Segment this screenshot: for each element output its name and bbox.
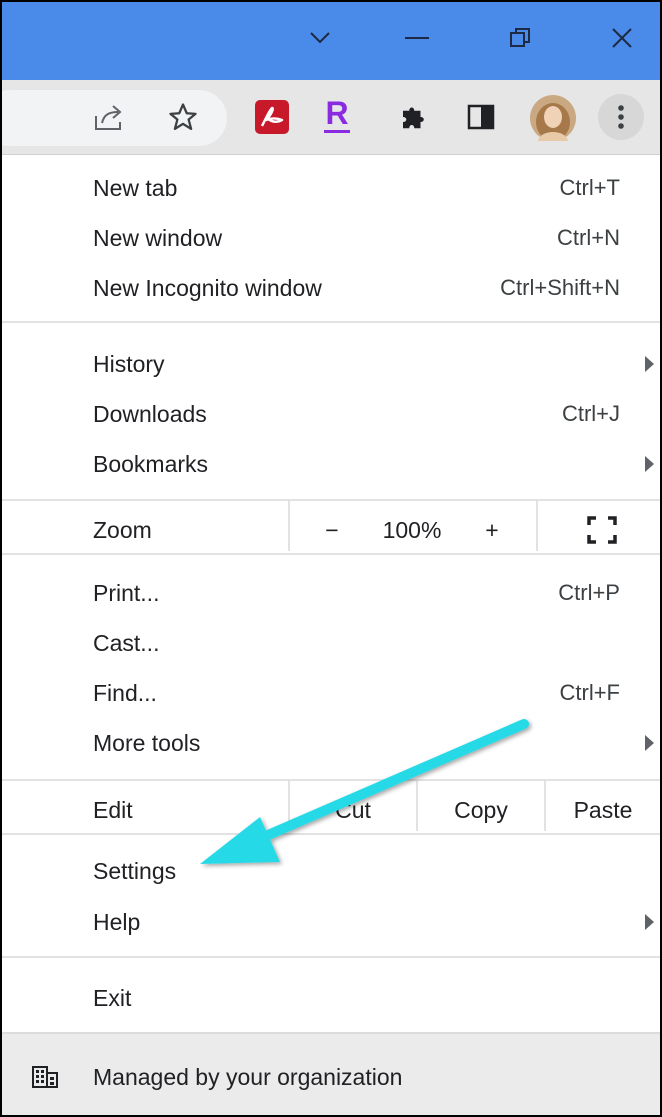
restore-icon bbox=[510, 28, 530, 47]
menu-item-shortcut: Ctrl+Shift+N bbox=[500, 275, 620, 300]
share-icon bbox=[95, 105, 122, 130]
menu-item-bookmarks[interactable]: Bookmarks bbox=[2, 439, 660, 489]
title-bar bbox=[2, 2, 660, 80]
menu-item-label: Zoom bbox=[93, 517, 152, 543]
r-extension-icon: R bbox=[325, 94, 349, 131]
menu-separator bbox=[2, 553, 660, 555]
submenu-arrow-icon bbox=[645, 914, 654, 930]
r-extension-button[interactable]: R bbox=[324, 94, 350, 133]
zoom-out-button[interactable]: − bbox=[312, 505, 352, 555]
menu-item-label: New tab bbox=[93, 175, 178, 201]
menu-separator bbox=[2, 779, 660, 781]
fullscreen-button[interactable] bbox=[587, 516, 617, 549]
browser-window: R New tab Ctrl+T New window Ctrl+N New I… bbox=[0, 0, 662, 1117]
app-menu: New tab Ctrl+T New window Ctrl+N New Inc… bbox=[2, 155, 660, 1115]
menu-separator bbox=[2, 321, 660, 323]
menu-separator bbox=[2, 833, 660, 835]
profile-button[interactable] bbox=[530, 95, 576, 141]
toolbar: R bbox=[2, 80, 660, 155]
managed-by-org[interactable]: Managed by your organization bbox=[2, 1032, 660, 1115]
submenu-arrow-icon bbox=[645, 456, 654, 472]
cut-button[interactable]: Cut bbox=[290, 785, 416, 835]
acrobat-extension-button[interactable] bbox=[253, 98, 291, 136]
menu-item-history[interactable]: History bbox=[2, 339, 660, 389]
fullscreen-icon bbox=[587, 516, 617, 544]
menu-item-find[interactable]: Find... Ctrl+F bbox=[2, 668, 660, 718]
side-panel-button[interactable] bbox=[462, 98, 500, 136]
menu-item-settings[interactable]: Settings bbox=[2, 846, 660, 896]
menu-item-shortcut: Ctrl+T bbox=[559, 175, 621, 200]
menu-item-print[interactable]: Print... Ctrl+P bbox=[2, 568, 660, 618]
building-icon bbox=[32, 1066, 58, 1088]
menu-item-label: Exit bbox=[93, 985, 132, 1011]
row-divider bbox=[288, 501, 290, 551]
paste-button[interactable]: Paste bbox=[546, 785, 660, 835]
menu-separator bbox=[2, 956, 660, 958]
profile-avatar bbox=[530, 95, 576, 141]
menu-item-help[interactable]: Help bbox=[2, 897, 660, 947]
menu-item-label: Find... bbox=[93, 680, 157, 706]
close-button[interactable] bbox=[592, 16, 652, 60]
menu-item-label: More tools bbox=[93, 730, 201, 756]
zoom-level: 100% bbox=[382, 517, 442, 543]
acrobat-extension-icon bbox=[255, 100, 289, 134]
minimize-button[interactable] bbox=[387, 16, 447, 60]
menu-item-shortcut: Ctrl+N bbox=[557, 225, 620, 250]
menu-item-label: Bookmarks bbox=[93, 451, 209, 477]
menu-item-label: History bbox=[93, 351, 165, 377]
minimize-icon bbox=[405, 37, 429, 39]
bookmark-star-button[interactable] bbox=[164, 98, 202, 136]
menu-item-label: Help bbox=[93, 909, 141, 935]
menu-item-shortcut: Ctrl+F bbox=[559, 680, 621, 705]
close-icon bbox=[612, 28, 632, 48]
more-vert-icon bbox=[618, 105, 624, 129]
menu-item-label: New Incognito window bbox=[93, 275, 322, 301]
menu-item-label: Print... bbox=[93, 580, 160, 606]
menu-item-downloads[interactable]: Downloads Ctrl+J bbox=[2, 389, 660, 439]
menu-item-new-window[interactable]: New window Ctrl+N bbox=[2, 213, 660, 263]
zoom-in-button[interactable]: + bbox=[472, 505, 512, 555]
menu-item-zoom: Zoom − 100% + bbox=[2, 501, 660, 555]
restore-button[interactable] bbox=[490, 16, 550, 60]
menu-item-label: Settings bbox=[93, 858, 177, 884]
menu-item-new-incognito[interactable]: New Incognito window Ctrl+Shift+N bbox=[2, 263, 660, 313]
submenu-arrow-icon bbox=[645, 735, 654, 751]
menu-item-edit: Edit Cut Copy Paste bbox=[2, 781, 660, 835]
managed-label: Managed by your organization bbox=[93, 1064, 403, 1090]
menu-item-cast[interactable]: Cast... bbox=[2, 618, 660, 668]
tab-search-button[interactable] bbox=[290, 16, 350, 60]
row-divider bbox=[536, 501, 538, 551]
menu-item-more-tools[interactable]: More tools bbox=[2, 718, 660, 768]
menu-item-label: Cast... bbox=[93, 630, 160, 656]
menu-item-label: New window bbox=[93, 225, 223, 251]
chevron-down-icon bbox=[310, 32, 330, 44]
extensions-puzzle-icon bbox=[403, 107, 424, 129]
share-button[interactable] bbox=[90, 98, 128, 136]
menu-item-shortcut: Ctrl+J bbox=[561, 401, 620, 426]
more-options-button[interactable] bbox=[598, 94, 644, 140]
menu-item-shortcut: Ctrl+P bbox=[558, 580, 620, 605]
menu-item-label: Downloads bbox=[93, 401, 207, 427]
menu-separator bbox=[2, 499, 660, 501]
menu-item-new-tab[interactable]: New tab Ctrl+T bbox=[2, 163, 660, 213]
submenu-arrow-icon bbox=[645, 356, 654, 372]
menu-item-exit[interactable]: Exit bbox=[2, 973, 660, 1023]
extensions-button[interactable] bbox=[394, 98, 432, 136]
bookmark-star-icon bbox=[169, 103, 197, 130]
side-panel-icon bbox=[467, 104, 495, 130]
menu-item-label: Edit bbox=[93, 797, 133, 823]
copy-button[interactable]: Copy bbox=[418, 785, 544, 835]
